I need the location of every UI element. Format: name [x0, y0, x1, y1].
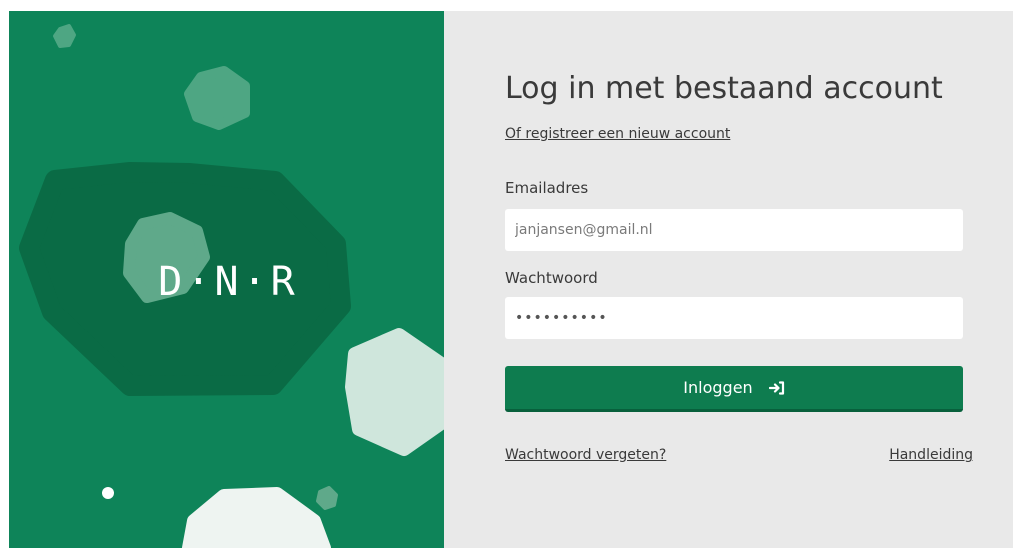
dnr-logo: D·N·R [158, 259, 299, 305]
page-title: Log in met bestaand account [505, 71, 943, 106]
manual-link[interactable]: Handleiding [889, 447, 973, 463]
forgot-password-link[interactable]: Wachtwoord vergeten? [505, 447, 666, 463]
login-panel: Log in met bestaand account Of registree… [444, 11, 1013, 548]
password-label: Wachtwoord [505, 269, 598, 287]
register-link[interactable]: Of registreer een nieuw account [505, 126, 730, 142]
password-field[interactable] [505, 297, 963, 339]
light-hexagon-shape [345, 328, 444, 456]
tiny-hexagon-shape [316, 486, 338, 510]
login-card: D·N·R Log in met bestaand account Of reg… [9, 11, 1013, 548]
email-label: Emailadres [505, 179, 589, 197]
medium-hexagon-shape [184, 66, 250, 130]
login-button-label: Inloggen [683, 378, 753, 397]
white-dot-shape [102, 487, 114, 499]
brand-panel: D·N·R [9, 11, 444, 548]
small-hexagon-shape [53, 24, 76, 48]
login-button[interactable]: Inloggen [505, 366, 963, 412]
email-field[interactable] [505, 209, 963, 251]
sign-in-arrow-icon [768, 380, 785, 395]
